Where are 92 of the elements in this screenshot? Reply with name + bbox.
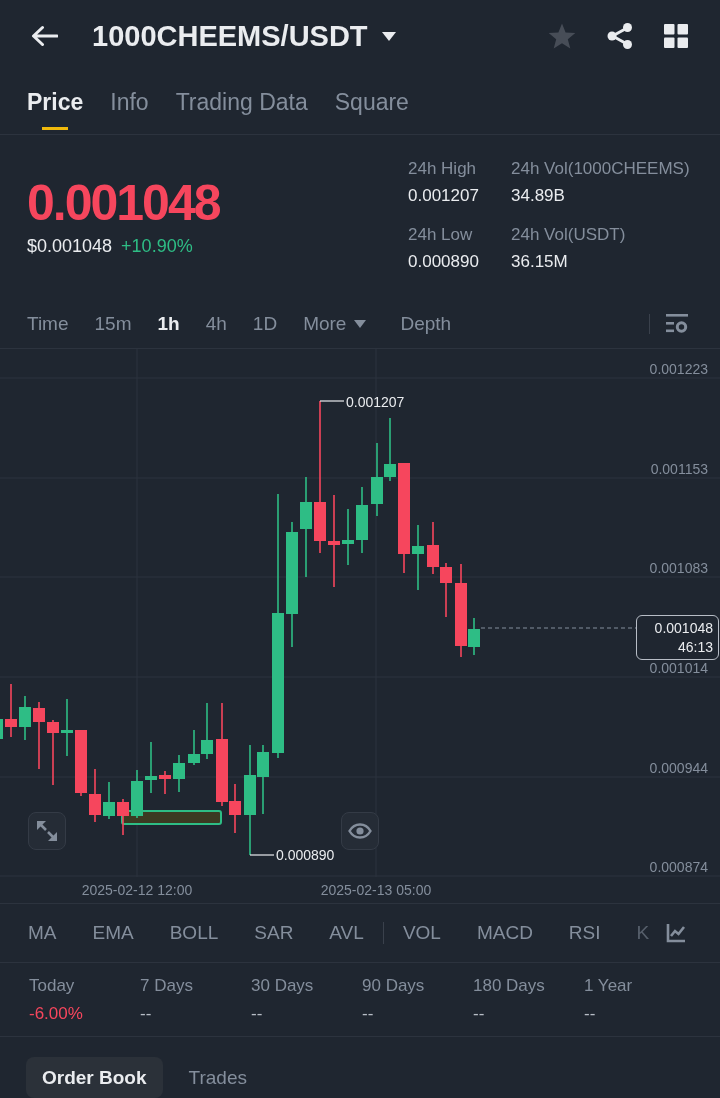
expand-button[interactable] (28, 812, 66, 850)
price-axis-label: 0.001153 (650, 461, 708, 477)
caret-icon (381, 31, 396, 41)
caret-icon (354, 320, 367, 328)
price-axis-label: 0.001083 (649, 560, 708, 576)
leader-line (249, 854, 275, 856)
candle (75, 729, 87, 797)
period-label: 7 Days (140, 975, 193, 997)
price-axis-label: 0.001223 (649, 361, 708, 377)
low-price-label: 0.000890 (276, 847, 335, 863)
section-tab[interactable]: Trades (172, 1057, 263, 1098)
indicator-tab[interactable]: RSI (568, 921, 601, 945)
tab[interactable]: Square (334, 80, 409, 134)
back-icon[interactable] (30, 25, 58, 47)
stat-value: 0.001207 (408, 185, 479, 207)
more-menu[interactable]: More (303, 312, 367, 336)
candle (89, 768, 101, 823)
indicator-tab[interactable]: VOL (402, 921, 441, 945)
candle (145, 741, 157, 794)
indicator-tab[interactable]: K (636, 921, 650, 945)
interval-tab[interactable]: 1h (157, 312, 180, 336)
share-icon[interactable] (607, 23, 633, 49)
candle (159, 770, 171, 795)
period-label: 1 Year (584, 975, 633, 997)
candle (173, 754, 185, 793)
indicator-tab[interactable]: MACD (476, 921, 533, 945)
interval-tab[interactable]: 4h (205, 312, 227, 336)
settings-icon[interactable] (666, 314, 688, 334)
candle (33, 701, 45, 770)
indicator-tab[interactable]: BOLL (169, 921, 219, 945)
period-change: -- (362, 1003, 374, 1025)
candle (117, 798, 129, 836)
candle (384, 417, 396, 482)
stat-value: 0.000890 (408, 251, 479, 273)
interval-tab[interactable]: Time (27, 312, 69, 336)
candle (19, 695, 31, 741)
candle (61, 698, 73, 757)
countdown-label: 46:13 (677, 638, 713, 657)
candle (131, 769, 143, 819)
chart-icon[interactable] (666, 923, 686, 943)
candle (5, 683, 17, 738)
high-price-label: 0.001207 (346, 394, 405, 410)
candle (0, 719, 3, 739)
indicator-tab[interactable]: MA (28, 921, 57, 945)
indicator-tab[interactable]: EMA (92, 921, 134, 945)
pair-selector[interactable]: 1000CHEEMS/USDT (92, 19, 396, 53)
period-label: Today (29, 975, 75, 997)
leader-line (319, 400, 345, 402)
period-change: -6.00% (29, 1003, 83, 1025)
candle (427, 521, 439, 575)
indicator-tab[interactable]: AVL (329, 921, 364, 945)
stat-value: 34.89B (511, 185, 565, 207)
price-axis-label: 0.000874 (649, 859, 708, 875)
stat-value: 36.15M (511, 251, 568, 273)
candle (440, 562, 452, 618)
indicator-tab[interactable]: SAR (254, 921, 294, 945)
period-change: -- (584, 1003, 596, 1025)
stat-label: 24h Vol(USDT) (511, 224, 626, 246)
usd-price: $0.001048 (27, 235, 113, 257)
star-icon[interactable] (548, 22, 576, 50)
period-label: 30 Days (251, 975, 314, 997)
expand-icon (36, 820, 58, 842)
stat-label: 24h Low (408, 224, 473, 246)
depth-tab[interactable]: Depth (400, 312, 452, 336)
period-change: -- (140, 1003, 152, 1025)
candle (356, 486, 368, 554)
candle (47, 719, 59, 786)
visibility-button[interactable] (341, 812, 379, 850)
tab[interactable]: Price (27, 80, 84, 134)
time-axis-label: 2025-02-12 12:00 (81, 882, 193, 898)
interval-tab[interactable]: 1D (252, 312, 278, 336)
period-label: 90 Days (362, 975, 425, 997)
price-axis-label: 0.001014 (649, 660, 708, 676)
candle (412, 524, 424, 591)
stat-label: 24h High (408, 158, 477, 180)
last-price-label: 0.001048 (654, 619, 713, 638)
interval-tab[interactable]: 15m (94, 312, 132, 336)
candle (342, 508, 354, 566)
period-label: 180 Days (473, 975, 545, 997)
period-change: -- (251, 1003, 263, 1025)
section-tab[interactable]: Order Book (26, 1057, 163, 1098)
eye-icon (348, 823, 372, 839)
stat-label: 24h Vol(1000CHEEMS) (511, 158, 690, 180)
grid-icon[interactable] (664, 24, 688, 48)
period-change: -- (473, 1003, 485, 1025)
last-price: 0.001048 (27, 175, 221, 231)
price-axis-label: 0.000944 (649, 760, 708, 776)
price-change: +10.90% (121, 235, 193, 257)
tab[interactable]: Trading Data (175, 80, 308, 134)
candle (103, 781, 115, 820)
tab[interactable]: Info (110, 80, 149, 134)
time-axis-label: 2025-02-13 05:00 (320, 882, 432, 898)
